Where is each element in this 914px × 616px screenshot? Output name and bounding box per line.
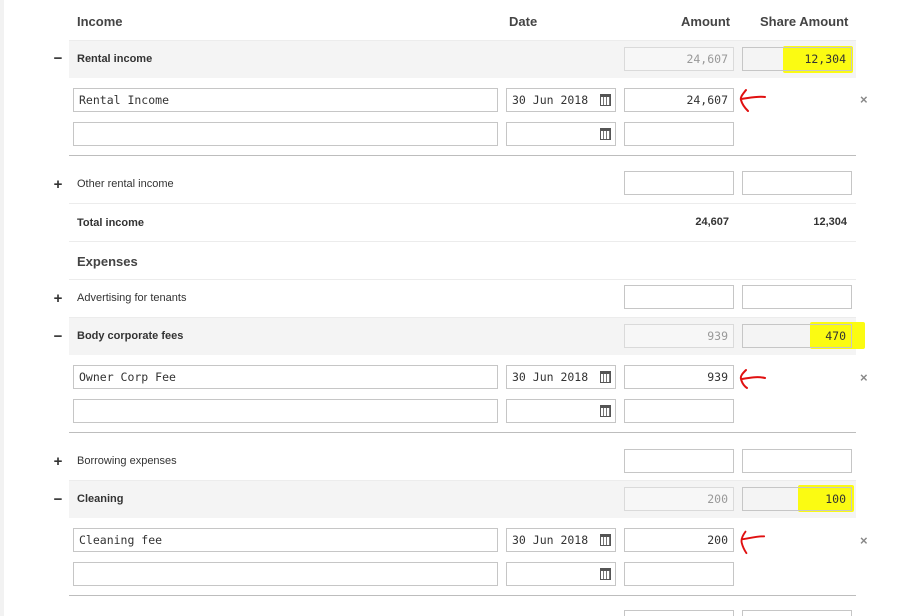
share-amount-header: Share Amount (760, 14, 849, 29)
cleaning-new-description-field[interactable] (73, 562, 498, 586)
cleaning-new-amount-field[interactable] (624, 562, 734, 586)
date-header: Date (509, 14, 538, 29)
rental-income-label: Rental income (77, 53, 153, 65)
body-corporate-date-field[interactable]: 30 Jun 2018 (506, 365, 616, 389)
income-header: Income (77, 14, 123, 29)
divider (69, 155, 856, 156)
remove-entry-rental-income-icon[interactable]: × (860, 92, 868, 107)
borrowing-share-field[interactable] (742, 449, 852, 473)
calendar-icon[interactable] (600, 371, 611, 383)
cleaning-row (69, 480, 856, 518)
next-row-amount-field[interactable] (624, 610, 734, 616)
divider (69, 203, 856, 204)
collapse-cleaning-button[interactable]: − (52, 491, 64, 508)
body-corporate-row (69, 317, 856, 355)
calendar-icon[interactable] (600, 405, 611, 417)
expand-borrowing-button[interactable]: + (52, 453, 64, 470)
left-border (0, 0, 4, 616)
rental-income-date-field[interactable]: 30 Jun 2018 (506, 88, 616, 112)
cleaning-label: Cleaning (77, 493, 124, 505)
rental-income-row (69, 40, 856, 78)
body-corporate-new-amount-field[interactable] (624, 399, 734, 423)
cleaning-amount-total: 200 (624, 487, 734, 511)
cleaning-description-field[interactable]: Cleaning fee (73, 528, 498, 552)
rental-income-share-field[interactable]: 12,304 (742, 47, 852, 71)
total-income-amount: 24,607 (695, 216, 729, 228)
remove-entry-cleaning-icon[interactable]: × (860, 533, 868, 548)
body-corporate-amount-field[interactable]: 939 (624, 365, 734, 389)
expand-other-rental-income-button[interactable]: + (52, 176, 64, 193)
rental-income-new-description-field[interactable] (73, 122, 498, 146)
calendar-icon[interactable] (600, 534, 611, 546)
calendar-icon[interactable] (600, 568, 611, 580)
cleaning-date-field[interactable]: 30 Jun 2018 (506, 528, 616, 552)
red-arrow-annotation-icon (740, 530, 766, 555)
collapse-body-corporate-button[interactable]: − (52, 328, 64, 345)
rental-income-description-field[interactable]: Rental Income (73, 88, 498, 112)
divider (69, 432, 856, 433)
collapse-rental-income-button[interactable]: − (52, 50, 64, 67)
rental-income-new-amount-field[interactable] (624, 122, 734, 146)
calendar-icon[interactable] (600, 128, 611, 140)
amount-header: Amount (681, 14, 731, 29)
red-arrow-annotation-icon (739, 89, 766, 112)
expenses-heading: Expenses (77, 254, 138, 269)
advertising-share-field[interactable] (742, 285, 852, 309)
rental-income-new-date-field[interactable] (506, 122, 616, 146)
cleaning-date-value: 30 Jun 2018 (512, 533, 589, 547)
body-corporate-label: Body corporate fees (77, 330, 184, 342)
divider (69, 241, 856, 242)
body-corporate-share-field[interactable]: 470 (742, 324, 852, 348)
divider (69, 279, 856, 280)
divider (69, 595, 856, 596)
advertising-amount-field[interactable] (624, 285, 734, 309)
other-rental-income-label: Other rental income (77, 178, 174, 190)
expand-advertising-button[interactable]: + (52, 290, 64, 307)
advertising-label: Advertising for tenants (77, 292, 187, 304)
body-corporate-description-field[interactable]: Owner Corp Fee (73, 365, 498, 389)
rental-income-date-value: 30 Jun 2018 (512, 93, 589, 107)
body-corporate-new-description-field[interactable] (73, 399, 498, 423)
next-row-share-field[interactable] (742, 610, 852, 616)
cleaning-share-field[interactable]: 100 (742, 487, 852, 511)
body-corporate-new-date-field[interactable] (506, 399, 616, 423)
borrowing-amount-field[interactable] (624, 449, 734, 473)
other-rental-income-share-field[interactable] (742, 171, 852, 195)
body-corporate-date-value: 30 Jun 2018 (512, 370, 589, 384)
total-income-label: Total income (77, 217, 145, 229)
other-rental-income-amount-field[interactable] (624, 171, 734, 195)
red-arrow-annotation-icon (739, 369, 766, 389)
rental-income-amount-field[interactable]: 24,607 (624, 88, 734, 112)
calendar-icon[interactable] (600, 94, 611, 106)
rental-income-amount-total: 24,607 (624, 47, 734, 71)
cleaning-new-date-field[interactable] (506, 562, 616, 586)
cleaning-amount-field[interactable]: 200 (624, 528, 734, 552)
total-income-share: 12,304 (813, 216, 847, 228)
remove-entry-body-corporate-icon[interactable]: × (860, 370, 868, 385)
borrowing-label: Borrowing expenses (77, 455, 177, 467)
body-corporate-amount-total: 939 (624, 324, 734, 348)
